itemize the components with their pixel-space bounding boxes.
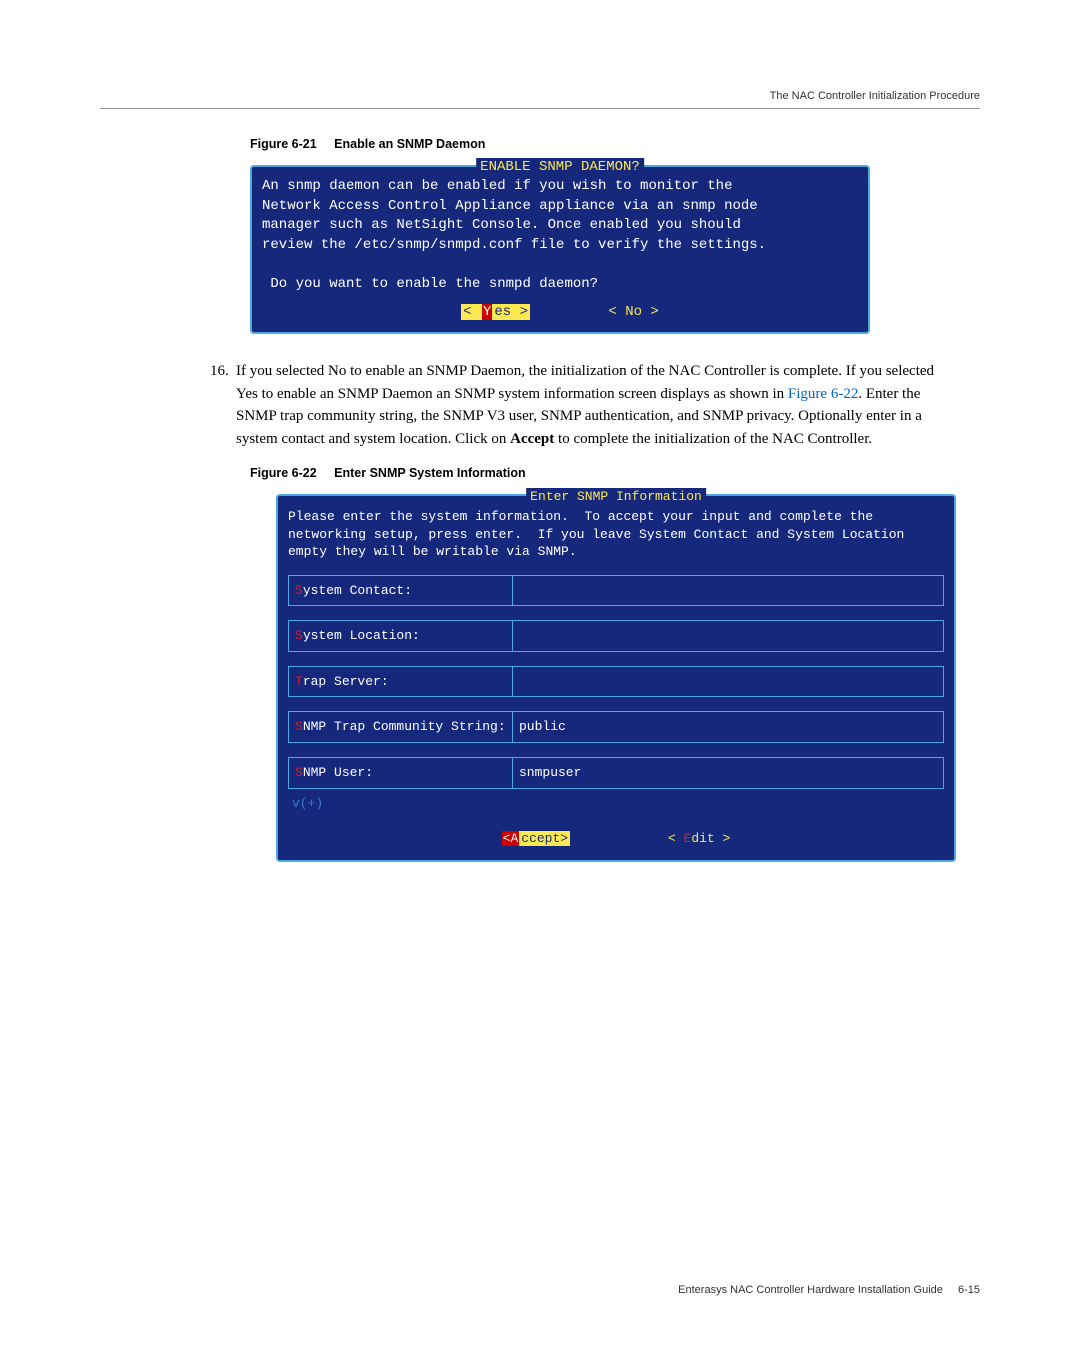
snmp-user-input[interactable]: snmpuser [513, 757, 944, 789]
page-header: The NAC Controller Initialization Proced… [100, 90, 980, 109]
figure-link[interactable]: Figure 6-22 [788, 386, 858, 402]
figure-6-22-caption: Figure 6-22 Enter SNMP System Informatio… [250, 466, 980, 480]
step-text: If you selected No to enable an SNMP Dae… [236, 360, 950, 450]
dialog-title: ENABLE SNMP DAEMON? [476, 158, 644, 178]
figure-6-21-caption: Figure 6-21 Enable an SNMP Daemon [250, 137, 980, 151]
community-string-row: SNMP Trap Community String: public [288, 711, 944, 743]
step-number: 16. [210, 360, 236, 450]
snmp-user-label: SNMP User: [288, 757, 513, 789]
figure-number: Figure 6-22 [250, 466, 317, 480]
footer-text: Enterasys NAC Controller Hardware Instal… [678, 1284, 943, 1296]
system-location-row: System Location: [288, 620, 944, 652]
figure-title: Enable an SNMP Daemon [334, 137, 485, 151]
yes-button[interactable]: < Yes > [461, 303, 530, 323]
snmp-info-dialog: Enter SNMP Information Please enter the … [276, 494, 956, 861]
system-location-label: System Location: [288, 620, 513, 652]
no-button[interactable]: < No > [608, 303, 658, 323]
community-string-input[interactable]: public [513, 711, 944, 743]
snmp-user-row: SNMP User: snmpuser [288, 757, 944, 789]
edit-button[interactable]: < Edit > [668, 831, 730, 846]
system-contact-row: System Contact: [288, 575, 944, 607]
accept-button[interactable]: <Accept> [502, 831, 570, 846]
dialog-intro: Please enter the system information. To … [288, 508, 944, 561]
system-contact-label: System Contact: [288, 575, 513, 607]
system-location-input[interactable] [513, 620, 944, 652]
system-contact-input[interactable] [513, 575, 944, 607]
dialog-body: An snmp daemon can be enabled if you wis… [262, 177, 858, 295]
trap-server-input[interactable] [513, 666, 944, 698]
trap-server-row: Trap Server: [288, 666, 944, 698]
step-16: 16. If you selected No to enable an SNMP… [210, 360, 950, 450]
dialog-title: Enter SNMP Information [526, 488, 706, 506]
figure-number: Figure 6-21 [250, 137, 317, 151]
page-footer: Enterasys NAC Controller Hardware Instal… [678, 1284, 980, 1296]
community-string-label: SNMP Trap Community String: [288, 711, 513, 743]
scroll-indicator: v(+) [292, 795, 944, 813]
trap-server-label: Trap Server: [288, 666, 513, 698]
figure-title: Enter SNMP System Information [334, 466, 525, 480]
enable-snmp-dialog: ENABLE SNMP DAEMON? An snmp daemon can b… [250, 165, 870, 334]
page-number: 6-15 [958, 1284, 980, 1296]
